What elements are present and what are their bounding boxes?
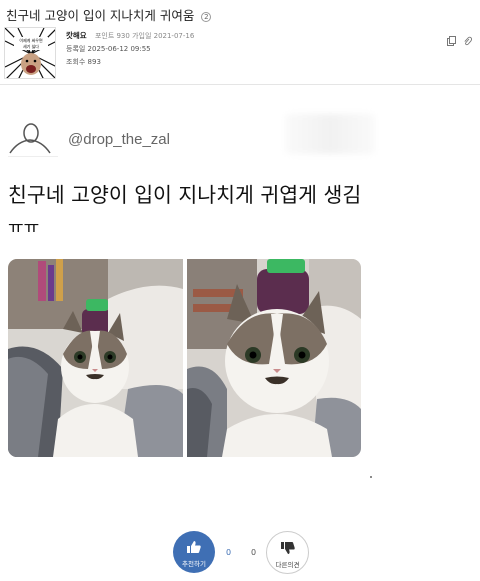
cat-photo-1[interactable]: [8, 259, 183, 457]
thumbs-down-icon: [280, 540, 296, 556]
thumb-caption-bottom: 세기 싫다: [23, 43, 39, 49]
cat-photo-2[interactable]: [187, 259, 361, 457]
author-nickname[interactable]: 캇해요: [66, 31, 87, 40]
post-title: 친구네 고양이 입이 지나치게 귀여움 2: [6, 5, 212, 24]
copy-icon[interactable]: [447, 31, 456, 46]
thumb-caption-top: 이제게 싸우면: [19, 37, 43, 43]
downvote-label: 다른의견: [275, 561, 300, 569]
separator-dot: [370, 476, 372, 478]
post-title-text: 친구네 고양이 입이 지나치게 귀여움: [6, 8, 195, 23]
comment-count-badge[interactable]: 2: [201, 12, 212, 22]
blurred-area: [285, 114, 375, 154]
upvote-button[interactable]: 추천하기: [173, 531, 215, 573]
header-divider: [0, 84, 480, 85]
downvote-button[interactable]: 다른의견: [266, 531, 309, 574]
author-meta: 캇해요 포인트 930 가입일 2021-07-16 등록일 2025-06-1…: [66, 29, 194, 69]
paperclip-icon[interactable]: [463, 31, 472, 46]
upvote-label: 추천하기: [182, 560, 206, 568]
author-thumbnail[interactable]: 이제게 싸우면 세기 싫다: [4, 27, 56, 79]
post-views: 조회수 893: [66, 58, 101, 66]
tweet-text-emoticon: ㅠㅠ: [8, 218, 40, 238]
twitter-avatar[interactable]: [8, 123, 58, 157]
post-date: 등록일 2025-06-12 09:55: [66, 45, 151, 53]
upvote-count: 0: [226, 548, 232, 557]
twitter-handle[interactable]: @drop_the_zal: [68, 131, 170, 148]
vote-area: 추천하기 0 0 다른의견: [0, 531, 480, 575]
downvote-count: 0: [251, 548, 257, 557]
post-toolbar: [447, 31, 472, 46]
tweet-text: 친구네 고양이 입이 지나치게 귀엽게 생김: [8, 183, 362, 207]
thumbs-up-icon: [186, 539, 202, 555]
author-points: 포인트 930 가입일 2021-07-16: [94, 32, 195, 40]
